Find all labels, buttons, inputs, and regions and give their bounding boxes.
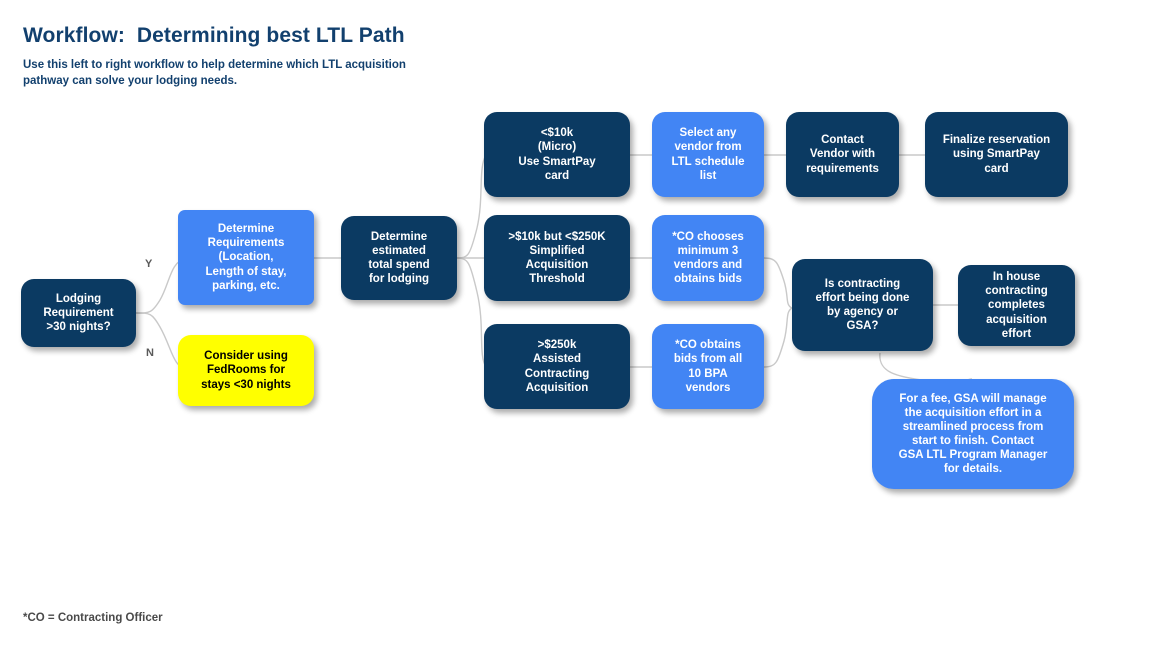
- connector-co-obtains-to-question: [763, 307, 793, 368]
- node-co-chooses-three-vendors[interactable]: *CO chooses minimum 3 vendors and obtain…: [652, 215, 764, 301]
- node-threshold-micro[interactable]: <$10k (Micro) Use SmartPay card: [484, 112, 630, 197]
- connector-question-to-gsa-callout: [879, 352, 973, 383]
- branch-label-yes: Y: [145, 258, 153, 270]
- node-select-any-vendor[interactable]: Select any vendor from LTL schedule list: [652, 112, 764, 197]
- connector-co-chooses-to-question: [763, 257, 793, 309]
- node-determine-estimated-spend[interactable]: Determine estimated total spend for lodg…: [341, 216, 457, 300]
- node-finalize-reservation[interactable]: Finalize reservation using SmartPay card: [925, 112, 1068, 197]
- node-consider-fedrooms[interactable]: Consider using FedRooms for stays <30 ni…: [178, 335, 314, 406]
- node-contracting-agency-or-gsa-question[interactable]: Is contracting effort being done by agen…: [792, 259, 933, 351]
- footnote-co-definition: *CO = Contracting Officer: [23, 612, 163, 624]
- node-lodging-requirement-start[interactable]: Lodging Requirement >30 nights?: [21, 279, 136, 347]
- node-determine-requirements[interactable]: Determine Requirements (Location, Length…: [178, 210, 314, 305]
- node-in-house-contracting[interactable]: In house contracting completes acquisiti…: [958, 265, 1075, 346]
- workflow-diagram: Workflow: Determining best LTL Path Use …: [0, 0, 1170, 649]
- node-threshold-simplified[interactable]: >$10k but <$250K Simplified Acquisition …: [484, 215, 630, 301]
- node-threshold-assisted[interactable]: >$250k Assisted Contracting Acquisition: [484, 324, 630, 409]
- connector-spend-to-micro: [456, 154, 487, 259]
- node-contact-vendor[interactable]: Contact Vendor with requirements: [786, 112, 899, 197]
- page-subtitle: Use this left to right workflow to help …: [23, 59, 406, 87]
- page-title: Workflow: Determining best LTL Path: [23, 24, 405, 47]
- connector-spend-to-assisted: [456, 257, 487, 368]
- node-co-obtains-bpa-bids[interactable]: *CO obtains bids from all 10 BPA vendors: [652, 324, 764, 409]
- branch-label-no: N: [146, 347, 154, 359]
- node-gsa-fee-callout[interactable]: For a fee, GSA will manage the acquisiti…: [872, 379, 1074, 489]
